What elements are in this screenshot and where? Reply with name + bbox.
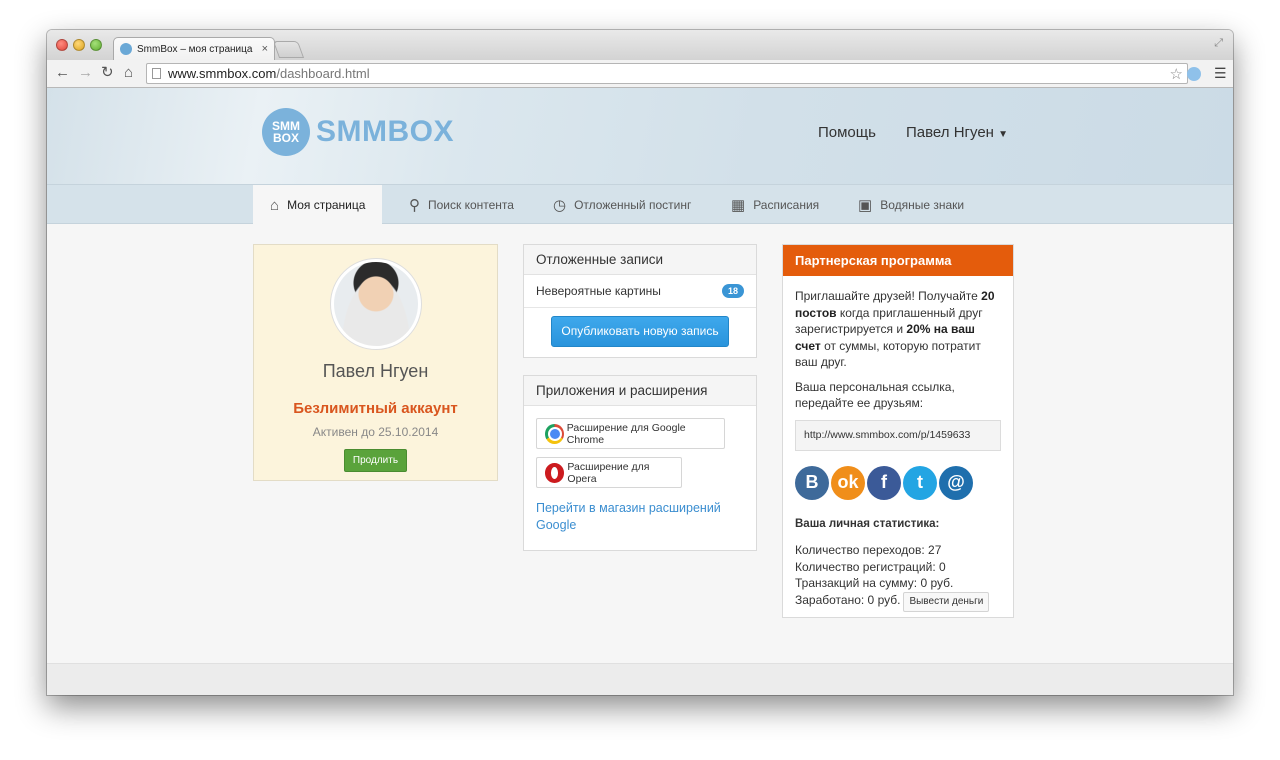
browser-window: SmmBox – моя страница × ⤢ ← → ↻ ⌂ www.sm… — [47, 30, 1233, 695]
facebook-icon[interactable]: f — [867, 465, 901, 500]
new-tab-button[interactable] — [272, 41, 305, 58]
minimize-window-button[interactable] — [73, 39, 85, 51]
nav-label: Поиск контента — [428, 198, 514, 212]
logo[interactable]: SMM BOX SMMBOX — [262, 108, 454, 156]
account-type: Безлимитный аккаунт — [293, 400, 458, 417]
footer — [47, 663, 1233, 695]
profile-card: Павел Нгуен Безлимитный аккаунт Активен … — [253, 244, 498, 481]
opera-extension-button[interactable]: Расширение для Opera — [536, 457, 682, 488]
avatar[interactable] — [330, 259, 421, 349]
home-icon: ⌂ — [270, 196, 280, 214]
stats-title: Ваша личная статистика: — [795, 517, 940, 530]
calendar-icon: ▦ — [731, 197, 746, 214]
extend-button[interactable]: Продлить — [343, 449, 408, 472]
stat-registrations: Количество регистраций: 0 — [795, 559, 946, 574]
forward-icon[interactable]: → — [78, 64, 93, 82]
url-text: www.smmbox.com/dashboard.html — [168, 66, 370, 81]
browser-tab[interactable]: SmmBox – моя страница × — [113, 37, 275, 60]
extension-icon[interactable] — [1187, 67, 1201, 81]
browser-toolbar: ← → ↻ ⌂ www.smmbox.com/dashboard.html ☆ — [47, 60, 1233, 88]
button-label: Расширение для Opera — [567, 460, 650, 485]
nav-tab-schedules[interactable]: ▦ Расписания — [731, 185, 819, 225]
apps-extensions-panel: Приложения и расширения Расширение для G… — [523, 375, 757, 551]
nav-tab-content-search[interactable]: ⚲ Поиск контента — [409, 185, 514, 225]
deferred-posts-panel: Отложенные записи Невероятные картины 18… — [523, 244, 757, 358]
favicon-icon — [120, 43, 132, 55]
chrome-icon — [545, 423, 564, 444]
panel-title: Партнерская программа — [783, 245, 1013, 276]
site-header: SMM BOX SMMBOX Помощь Павел Нгуен ▼ — [47, 88, 1233, 184]
vk-icon[interactable]: B — [795, 465, 829, 500]
logo-badge: SMM BOX — [262, 108, 310, 156]
reload-icon[interactable]: ↻ — [101, 64, 114, 82]
stopwatch-icon: ◷ — [553, 197, 567, 214]
partner-program-panel: Партнерская программа Приглашайте друзей… — [782, 244, 1014, 618]
publish-new-post-button[interactable]: Опубликовать новую запись — [551, 316, 729, 347]
logo-text: SMMBOX — [316, 115, 454, 148]
deferred-post-item[interactable]: Невероятные картины 18 — [524, 275, 756, 308]
window-controls — [56, 39, 102, 51]
close-window-button[interactable] — [56, 39, 68, 51]
fullscreen-icon[interactable]: ⤢ — [1214, 37, 1223, 50]
page-content: SMM BOX SMMBOX Помощь Павел Нгуен ▼ ⌂ Моя… — [47, 88, 1233, 695]
title-bar: SmmBox – моя страница × ⤢ — [47, 30, 1233, 60]
zoom-window-button[interactable] — [90, 39, 102, 51]
nav-tab-deferred-posting[interactable]: ◷ Отложенный постинг — [553, 185, 691, 225]
button-label: Расширение для Google Chrome — [566, 421, 686, 446]
nav-tab-my-page[interactable]: ⌂ Моя страница — [253, 185, 383, 225]
panel-title: Приложения и расширения — [524, 376, 756, 406]
referral-link-field[interactable]: http://www.smmbox.com/p/1459633 — [795, 419, 1001, 451]
twitter-icon[interactable]: t — [903, 465, 937, 500]
user-menu[interactable]: Павел Нгуен ▼ — [906, 124, 1008, 141]
address-bar[interactable]: www.smmbox.com/dashboard.html ☆ — [146, 63, 1188, 84]
chrome-extension-button[interactable]: Расширение для Google Chrome — [536, 418, 725, 449]
home-icon[interactable]: ⌂ — [124, 64, 133, 82]
deferred-post-label: Невероятные картины — [536, 284, 661, 298]
profile-name: Павел Нгуен — [322, 361, 429, 381]
mail-icon[interactable]: @ — [939, 465, 973, 500]
panel-title: Отложенные записи — [524, 245, 756, 275]
count-badge: 18 — [721, 284, 744, 298]
active-until: Активен до 25.10.2014 — [312, 425, 439, 439]
back-icon[interactable]: ← — [55, 64, 70, 82]
partner-intro: Приглашайте друзей! Получайте 20 постов … — [795, 289, 995, 369]
nav-label: Отложенный постинг — [574, 198, 692, 212]
tab-title: SmmBox – моя страница — [137, 43, 253, 55]
stat-earned-row: Заработано: 0 руб. Вывести деньги — [795, 591, 1001, 612]
nav-tab-watermarks[interactable]: ▣ Водяные знаки — [858, 185, 964, 225]
image-icon: ▣ — [858, 197, 873, 214]
main-nav: ⌂ Моя страница ⚲ Поиск контента ◷ Отложе… — [47, 184, 1233, 225]
partner-body: Приглашайте друзей! Получайте 20 постов … — [783, 276, 1013, 612]
menu-icon[interactable]: ☰ — [1214, 65, 1227, 82]
stat-clicks: Количество переходов: 27 — [795, 543, 942, 557]
withdraw-button[interactable]: Вывести деньги — [903, 591, 990, 612]
odnoklassniki-icon[interactable]: ok — [831, 465, 865, 500]
extension-store-link[interactable]: Перейти в магазин расширений Google — [536, 500, 744, 534]
opera-icon — [545, 462, 565, 483]
stats-list: Количество переходов: 27 Количество реги… — [795, 542, 1001, 612]
search-icon: ⚲ — [409, 197, 420, 214]
social-share-buttons: B ok f t @ — [795, 465, 1001, 500]
nav-label: Водяные знаки — [880, 198, 965, 212]
nav-label: Расписания — [753, 198, 820, 212]
stat-transactions: Транзакций на сумму: 0 руб. — [795, 576, 954, 590]
help-link[interactable]: Помощь — [818, 124, 876, 141]
stat-earned: Заработано: 0 руб. — [795, 592, 901, 607]
referral-link-label: Ваша персональная ссылка, передайте ее д… — [795, 379, 955, 411]
tab-close-icon[interactable]: × — [262, 43, 268, 55]
nav-label: Моя страница — [287, 198, 366, 212]
page-icon — [152, 68, 161, 79]
bookmark-star-icon[interactable]: ☆ — [1170, 65, 1183, 83]
caret-down-icon: ▼ — [998, 129, 1009, 140]
